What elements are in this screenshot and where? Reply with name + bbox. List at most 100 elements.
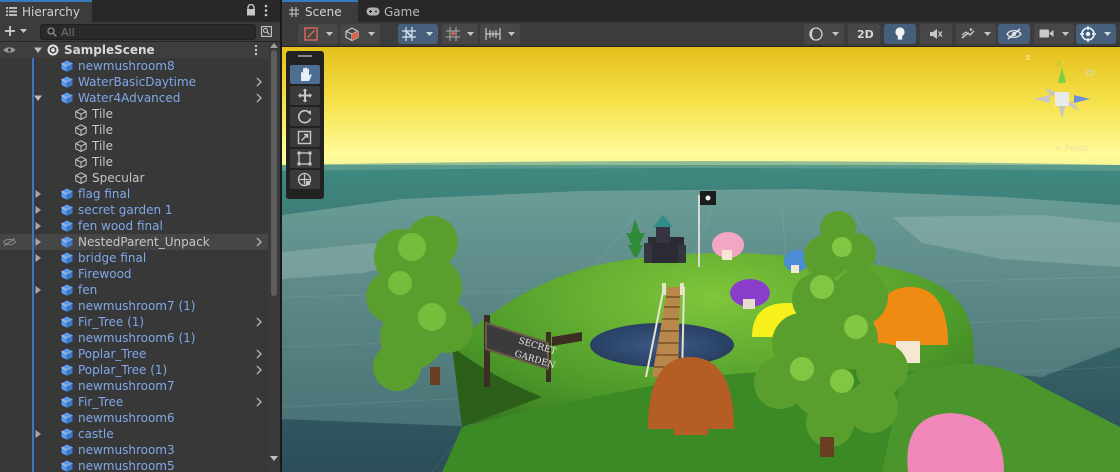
- prefab-cube-icon: [61, 220, 73, 232]
- fold-closed-icon[interactable]: [34, 222, 42, 230]
- scene-lighting-toggle[interactable]: [884, 24, 916, 44]
- scrollbar-thumb[interactable]: [271, 50, 277, 296]
- hierarchy-search[interactable]: [40, 24, 256, 40]
- orientation-gizmo[interactable]: y: [1026, 53, 1116, 173]
- search-input[interactable]: [61, 25, 251, 39]
- shading-mode-dropdown[interactable]: [804, 24, 844, 44]
- hierarchy-row[interactable]: newmushroom6 (1): [0, 330, 268, 346]
- prefab-guide-bar: [32, 106, 34, 122]
- prefab-guide-bar: [32, 58, 34, 74]
- scene-menu-icon[interactable]: [254, 44, 258, 56]
- hierarchy-row-label: Poplar_Tree (1): [78, 363, 168, 377]
- list-icon: [6, 7, 17, 16]
- prefab-cube-icon: [61, 268, 73, 280]
- prefab-cube-icon: [61, 204, 73, 216]
- fold-closed-icon[interactable]: [34, 430, 42, 438]
- scale-icon: [297, 130, 312, 145]
- hierarchy-row[interactable]: bridge final: [0, 250, 268, 266]
- open-prefab-arrow-icon[interactable]: [256, 397, 262, 407]
- scene-row[interactable]: SampleScene: [0, 42, 268, 58]
- audio-mute-icon: [930, 29, 943, 39]
- prefab-guide-bar: [32, 314, 34, 330]
- hierarchy-row[interactable]: secret garden 1: [0, 202, 268, 218]
- scroll-up-icon[interactable]: [270, 43, 278, 48]
- hierarchy-row[interactable]: Poplar_Tree: [0, 346, 268, 362]
- prefab-cube-icon: [61, 444, 73, 456]
- fold-closed-icon[interactable]: [34, 238, 42, 246]
- open-prefab-arrow-icon[interactable]: [256, 237, 262, 247]
- hierarchy-row[interactable]: Tile: [0, 138, 268, 154]
- view-tool-button[interactable]: [290, 65, 320, 84]
- render-mode-dropdown[interactable]: [340, 24, 380, 44]
- open-prefab-arrow-icon[interactable]: [256, 317, 262, 327]
- hierarchy-row[interactable]: NestedParent_Unpack: [0, 234, 268, 250]
- fold-open-icon[interactable]: [34, 94, 42, 102]
- kebab-menu-icon[interactable]: [264, 4, 268, 17]
- hierarchy-row[interactable]: Specular: [0, 170, 268, 186]
- hierarchy-row[interactable]: fen wood final: [0, 218, 268, 234]
- align-tools-dropdown[interactable]: [480, 24, 520, 44]
- rect-tool-button[interactable]: [290, 149, 320, 168]
- hierarchy-row[interactable]: newmushroom7: [0, 378, 268, 394]
- projection-label[interactable]: < Persp: [1054, 144, 1089, 154]
- scroll-down-icon[interactable]: [270, 456, 278, 461]
- scene-visibility-toggle[interactable]: [998, 24, 1030, 44]
- open-prefab-arrow-icon[interactable]: [256, 349, 262, 359]
- transform-tool-button[interactable]: [290, 170, 320, 189]
- draw-mode-dropdown[interactable]: [298, 24, 338, 44]
- open-prefab-arrow-icon[interactable]: [256, 93, 262, 103]
- search-options-icon[interactable]: [261, 26, 272, 37]
- hierarchy-row[interactable]: Tile: [0, 106, 268, 122]
- hierarchy-row[interactable]: fen: [0, 282, 268, 298]
- hierarchy-row[interactable]: newmushroom3: [0, 442, 268, 458]
- hierarchy-row[interactable]: flag final: [0, 186, 268, 202]
- visibility-eye-icon[interactable]: [3, 46, 16, 54]
- move-tool-button[interactable]: [290, 86, 320, 105]
- hierarchy-row[interactable]: newmushroom5: [0, 458, 268, 472]
- drag-handle[interactable]: [298, 55, 312, 57]
- prefab-guide-bar: [32, 362, 34, 378]
- open-prefab-arrow-icon[interactable]: [256, 77, 262, 87]
- scene-audio-toggle[interactable]: [920, 24, 952, 44]
- hidden-eye-icon[interactable]: [3, 238, 16, 246]
- hierarchy-row[interactable]: castle: [0, 426, 268, 442]
- hierarchy-row[interactable]: Firewood: [0, 266, 268, 282]
- fold-closed-icon[interactable]: [34, 286, 42, 294]
- prefab-cube-icon: [61, 60, 73, 72]
- hierarchy-row-label: newmushroom6: [78, 411, 175, 425]
- hierarchy-row[interactable]: Fir_Tree: [0, 394, 268, 410]
- hierarchy-row[interactable]: Fir_Tree (1): [0, 314, 268, 330]
- open-prefab-arrow-icon[interactable]: [256, 365, 262, 375]
- hierarchy-row[interactable]: Tile: [0, 122, 268, 138]
- tab-hierarchy[interactable]: Hierarchy: [0, 0, 92, 22]
- tab-game[interactable]: Game: [362, 0, 428, 22]
- scene-viewport[interactable]: SECRET GARDEN y < Persp: [282, 47, 1120, 472]
- fold-closed-icon[interactable]: [34, 190, 42, 198]
- lock-icon[interactable]: [246, 4, 256, 16]
- hierarchy-row[interactable]: Poplar_Tree (1): [0, 362, 268, 378]
- hierarchy-row[interactable]: Tile: [0, 154, 268, 170]
- prefab-cube-icon: [61, 364, 73, 376]
- hierarchy-row[interactable]: Water4Advanced: [0, 90, 268, 106]
- fold-closed-icon[interactable]: [34, 206, 42, 214]
- tab-scene[interactable]: Scene: [282, 0, 358, 22]
- increment-snap-dropdown[interactable]: [442, 24, 478, 44]
- hierarchy-row[interactable]: newmushroom7 (1): [0, 298, 268, 314]
- scale-tool-button[interactable]: [290, 128, 320, 147]
- add-object-button[interactable]: [4, 23, 34, 39]
- scene-effects-dropdown[interactable]: [956, 24, 996, 44]
- prefab-cube-icon: [61, 284, 73, 296]
- hierarchy-row[interactable]: newmushroom8: [0, 58, 268, 74]
- rotate-tool-button[interactable]: [290, 107, 320, 126]
- scene-camera-dropdown[interactable]: [1034, 24, 1074, 44]
- grid-snap-toggle[interactable]: [398, 24, 438, 44]
- fold-open-icon[interactable]: [34, 46, 42, 54]
- hierarchy-row[interactable]: WaterBasicDaytime: [0, 74, 268, 90]
- gameobject-cube-icon: [75, 156, 87, 168]
- hierarchy-row[interactable]: newmushroom6: [0, 410, 268, 426]
- gizmos-dropdown[interactable]: [1076, 24, 1116, 44]
- mode-2d-toggle[interactable]: 2D: [848, 24, 880, 44]
- hierarchy-row-label: Fir_Tree: [78, 395, 124, 409]
- svg-text:y: y: [1057, 59, 1061, 67]
- fold-closed-icon[interactable]: [34, 254, 42, 262]
